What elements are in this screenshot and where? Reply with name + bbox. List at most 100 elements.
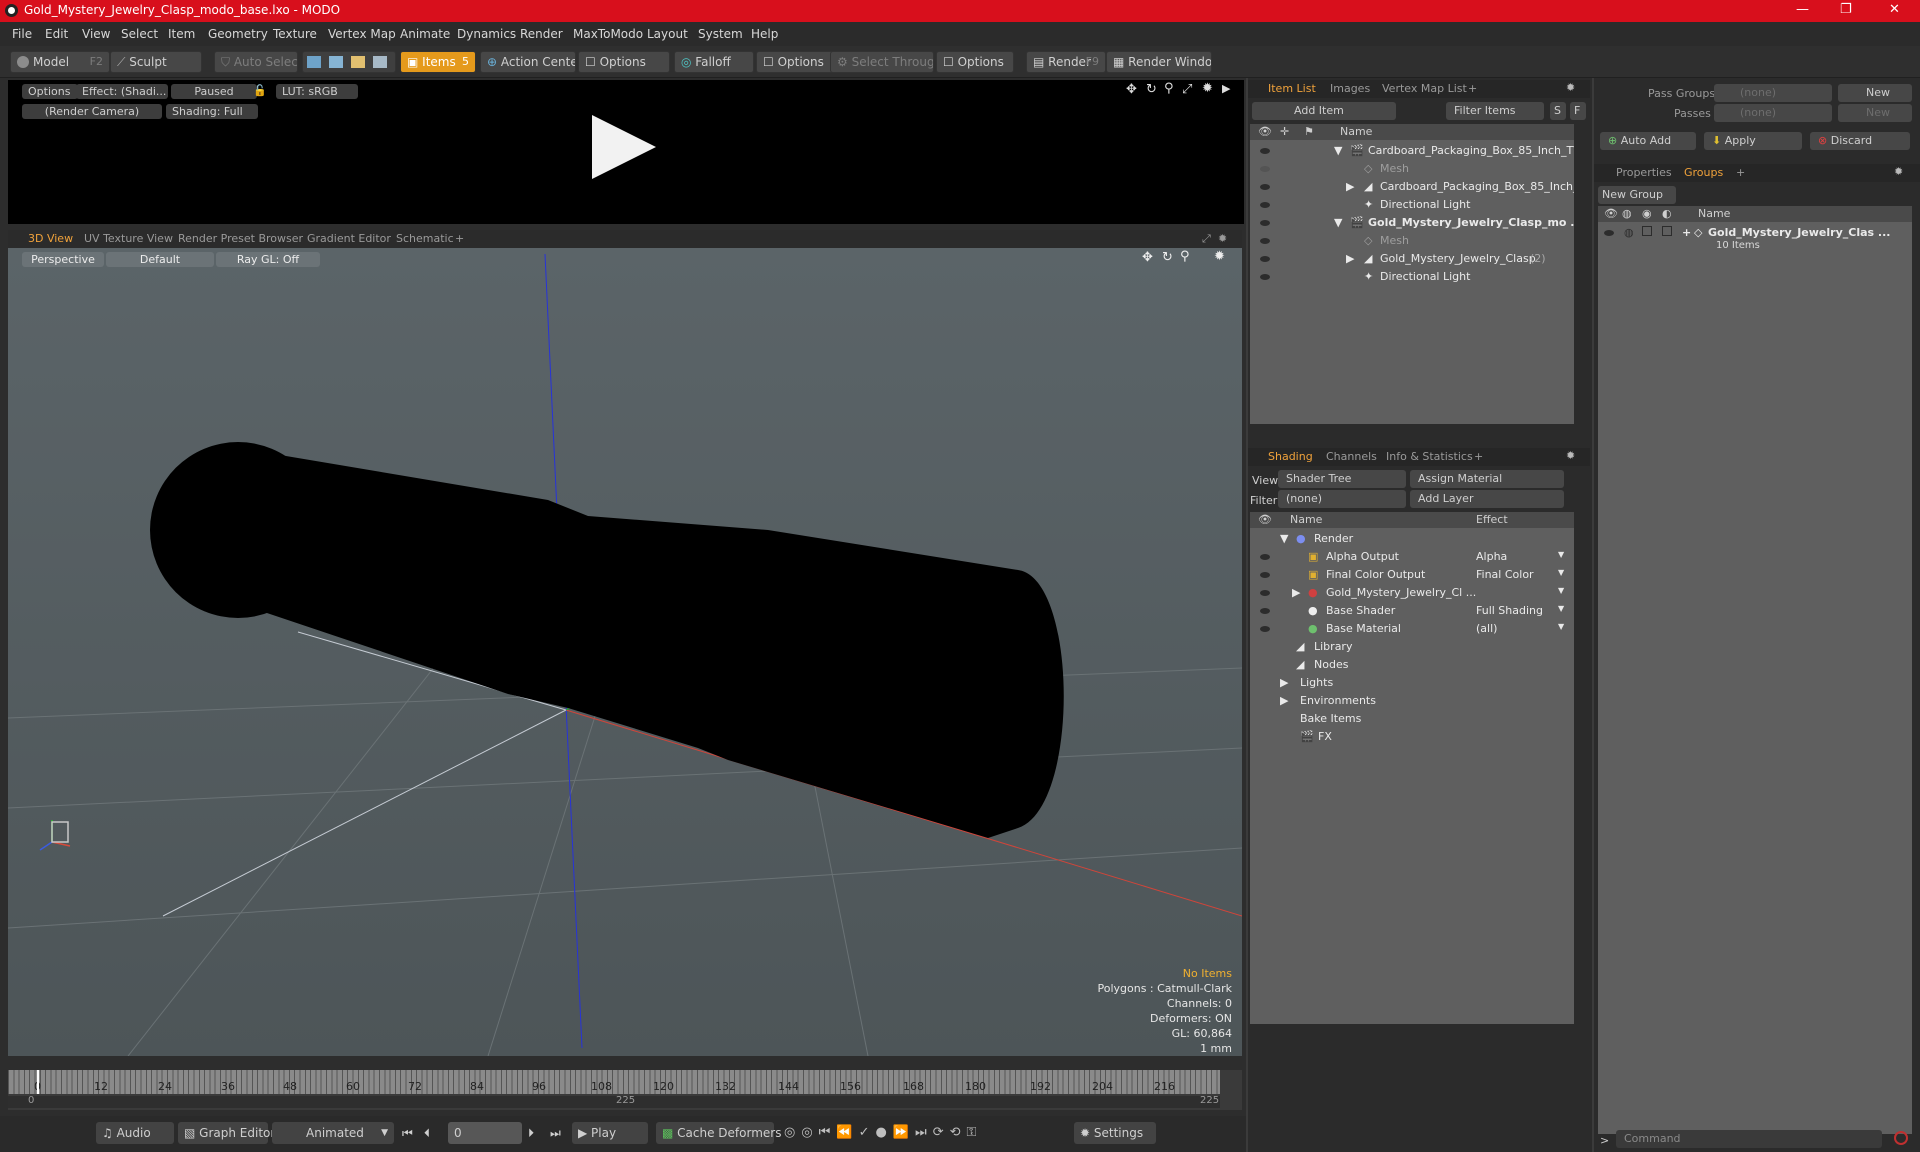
new-pass-button[interactable]: New — [1838, 104, 1912, 122]
animated-dropdown[interactable]: Animated ▼ — [272, 1122, 394, 1144]
settings-button[interactable]: ✹ Settings — [1074, 1122, 1156, 1144]
menu-texture[interactable]: Texture — [273, 27, 317, 41]
vertex-select-icon[interactable] — [307, 56, 321, 68]
polygon-select-icon[interactable] — [351, 56, 365, 68]
menu-layout[interactable]: Layout — [647, 27, 688, 41]
list-item[interactable]: ✦ Directional Light — [1250, 268, 1574, 286]
shader-row[interactable]: ▶ ● Gold_Mystery_Jewelry_Cl ... ▼ — [1250, 584, 1574, 602]
tab-channels[interactable]: Channels — [1326, 450, 1377, 463]
selection-mode-buttons[interactable] — [302, 51, 396, 73]
preview-arrow-icon[interactable]: ▶ — [1222, 82, 1230, 95]
menu-animate[interactable]: Animate — [400, 27, 450, 41]
add-groups-tab-button[interactable]: + — [1736, 166, 1745, 179]
expand-icon[interactable]: ▶ — [1280, 694, 1288, 707]
panel-gear-icon[interactable]: ✹ — [1218, 232, 1227, 245]
add-item-button[interactable]: Add Item — [1252, 102, 1396, 120]
command-input[interactable]: Command — [1616, 1130, 1882, 1148]
select-through-options-button[interactable]: ☐ Options — [936, 51, 1014, 73]
preview-lut-dropdown[interactable]: LUT: sRGB — [276, 84, 358, 99]
render-toggle-icon[interactable]: ◍ — [1624, 226, 1634, 239]
eye-icon[interactable] — [1260, 626, 1270, 632]
list-item[interactable]: ▶ ◢ Gold_Mystery_Jewelry_Clasp (2) — [1250, 250, 1574, 268]
menu-view[interactable]: View — [82, 27, 110, 41]
action-center-options-button[interactable]: ☐ Options — [578, 51, 670, 73]
shader-row[interactable]: ▣ Final Color Output Final Color ▼ — [1250, 566, 1574, 584]
3d-viewport[interactable]: Perspective Default Ray GL: Off ✥ ↻ ⚲ ✹ … — [8, 248, 1242, 1056]
falloff-button[interactable]: ◎ Falloff — [674, 51, 754, 73]
tab-item-list[interactable]: Item List — [1268, 82, 1316, 95]
shader-row[interactable]: Bake Items — [1250, 710, 1574, 728]
expand-icon[interactable]: ▶ — [1346, 252, 1354, 265]
minimize-icon[interactable]: — — [1796, 2, 1809, 17]
preview-options-button[interactable]: Options — [22, 84, 78, 99]
list-item[interactable]: ◇ Mesh — [1250, 232, 1574, 250]
maximize-icon[interactable]: ❐ — [1840, 2, 1852, 17]
sculpt-mode-button[interactable]: ⟋ Sculpt — [110, 51, 202, 73]
shader-row[interactable]: ▼ ● Render — [1250, 530, 1574, 548]
new-pass-group-button[interactable]: New — [1838, 84, 1912, 102]
tab-shading[interactable]: Shading — [1268, 450, 1313, 463]
audio-button[interactable]: ♫ Audio — [96, 1122, 174, 1144]
key-tools-icons[interactable]: ◎◎⏮⏪✓●⏩⏭⟳⟲⚿ — [784, 1125, 982, 1140]
list-item[interactable]: ✦ Directional Light — [1250, 196, 1574, 214]
effect-dropdown-icon[interactable]: ▼ — [1558, 604, 1564, 613]
menu-vertex-map[interactable]: Vertex Map — [328, 27, 396, 41]
shading-panel-gear-icon[interactable]: ✹ — [1566, 449, 1575, 462]
eye-icon[interactable] — [1260, 590, 1270, 596]
frame-input[interactable]: 0 — [448, 1122, 522, 1144]
collapse-icon[interactable]: ▼ — [1280, 532, 1288, 545]
eye-icon[interactable] — [1260, 608, 1270, 614]
passes-dropdown[interactable]: (none) — [1714, 104, 1832, 122]
eye-icon[interactable] — [1260, 238, 1270, 244]
eye-icon[interactable] — [1260, 202, 1270, 208]
menu-file[interactable]: File — [12, 27, 32, 41]
preview-effect-dropdown[interactable]: Effect: (Shadi... — [76, 84, 168, 99]
shader-row[interactable]: ▣ Alpha Output Alpha ▼ — [1250, 548, 1574, 566]
play-icon[interactable] — [592, 115, 656, 179]
group-row[interactable]: ◍ + ◇ Gold_Mystery_Jewelry_Clas ... 10 I… — [1598, 224, 1912, 254]
filter-items-field[interactable]: Filter Items — [1446, 102, 1544, 120]
discard-button[interactable]: ⊗ Discard — [1810, 132, 1910, 150]
timeline-range-bar[interactable]: 0 225 225 — [8, 1095, 1220, 1108]
eye-icon[interactable] — [1260, 148, 1270, 154]
effect-dropdown-icon[interactable]: ▼ — [1558, 550, 1564, 559]
graph-editor-button[interactable]: ▧ Graph Editor — [178, 1122, 275, 1144]
material-select-icon[interactable] — [373, 56, 387, 68]
eye-icon[interactable] — [1260, 256, 1270, 262]
shader-row[interactable]: 🎬 FX — [1250, 728, 1574, 746]
model-mode-button[interactable]: Model F2 — [10, 51, 110, 73]
expand-icon[interactable]: + — [1682, 226, 1691, 239]
shader-tree-dropdown[interactable]: Shader Tree — [1278, 470, 1406, 488]
maximize-panel-icon[interactable]: ⤢ — [1202, 232, 1211, 246]
render-window-button[interactable]: ▦ Render Window — [1106, 51, 1212, 73]
item-s-button[interactable]: S — [1550, 102, 1566, 120]
assign-material-button[interactable]: Assign Material — [1410, 470, 1564, 488]
add-item-tab-button[interactable]: + — [1468, 82, 1477, 95]
apply-button[interactable]: ⬇ Apply — [1704, 132, 1802, 150]
collapse-icon[interactable]: ▼ — [1334, 144, 1342, 157]
preview-paused-button[interactable]: Paused — [171, 84, 257, 99]
shader-row[interactable]: ▶ Environments — [1250, 692, 1574, 710]
next-frame-icon[interactable]: ⏵ — [528, 1126, 534, 1141]
prev-frame-icon[interactable]: ⏴ — [424, 1126, 430, 1141]
lock-toggle-icon[interactable] — [1642, 226, 1652, 236]
expand-icon[interactable]: ▶ — [1280, 676, 1288, 689]
eye-icon[interactable] — [1260, 220, 1270, 226]
item-panel-gear-icon[interactable]: ✹ — [1566, 81, 1575, 94]
shader-row[interactable]: ◢ Nodes — [1250, 656, 1574, 674]
tab-groups[interactable]: Groups — [1684, 166, 1723, 179]
edge-select-icon[interactable] — [329, 56, 343, 68]
list-item[interactable]: ▼ 🎬 Cardboard_Packaging_Box_85_Inch_TV ... — [1250, 142, 1574, 160]
zoom-icon[interactable]: ⚲ — [1164, 81, 1174, 96]
new-group-button[interactable]: New Group — [1598, 186, 1676, 204]
filter-dropdown[interactable]: (none) — [1278, 490, 1406, 508]
falloff-options-button[interactable]: ☐ Options — [756, 51, 834, 73]
eye-icon[interactable] — [1260, 274, 1270, 280]
eye-icon[interactable] — [1260, 184, 1270, 190]
expand-icon[interactable]: ▶ — [1346, 180, 1354, 193]
eye-icon[interactable] — [1260, 166, 1270, 172]
tab-info-statistics[interactable]: Info & Statistics — [1386, 450, 1473, 463]
tab-render-preset-browser[interactable]: Render Preset Browser — [178, 232, 303, 245]
auto-select-button[interactable]: ⛉ Auto Select — [214, 51, 298, 73]
tab-uv-texture-view[interactable]: UV Texture View — [84, 232, 173, 245]
